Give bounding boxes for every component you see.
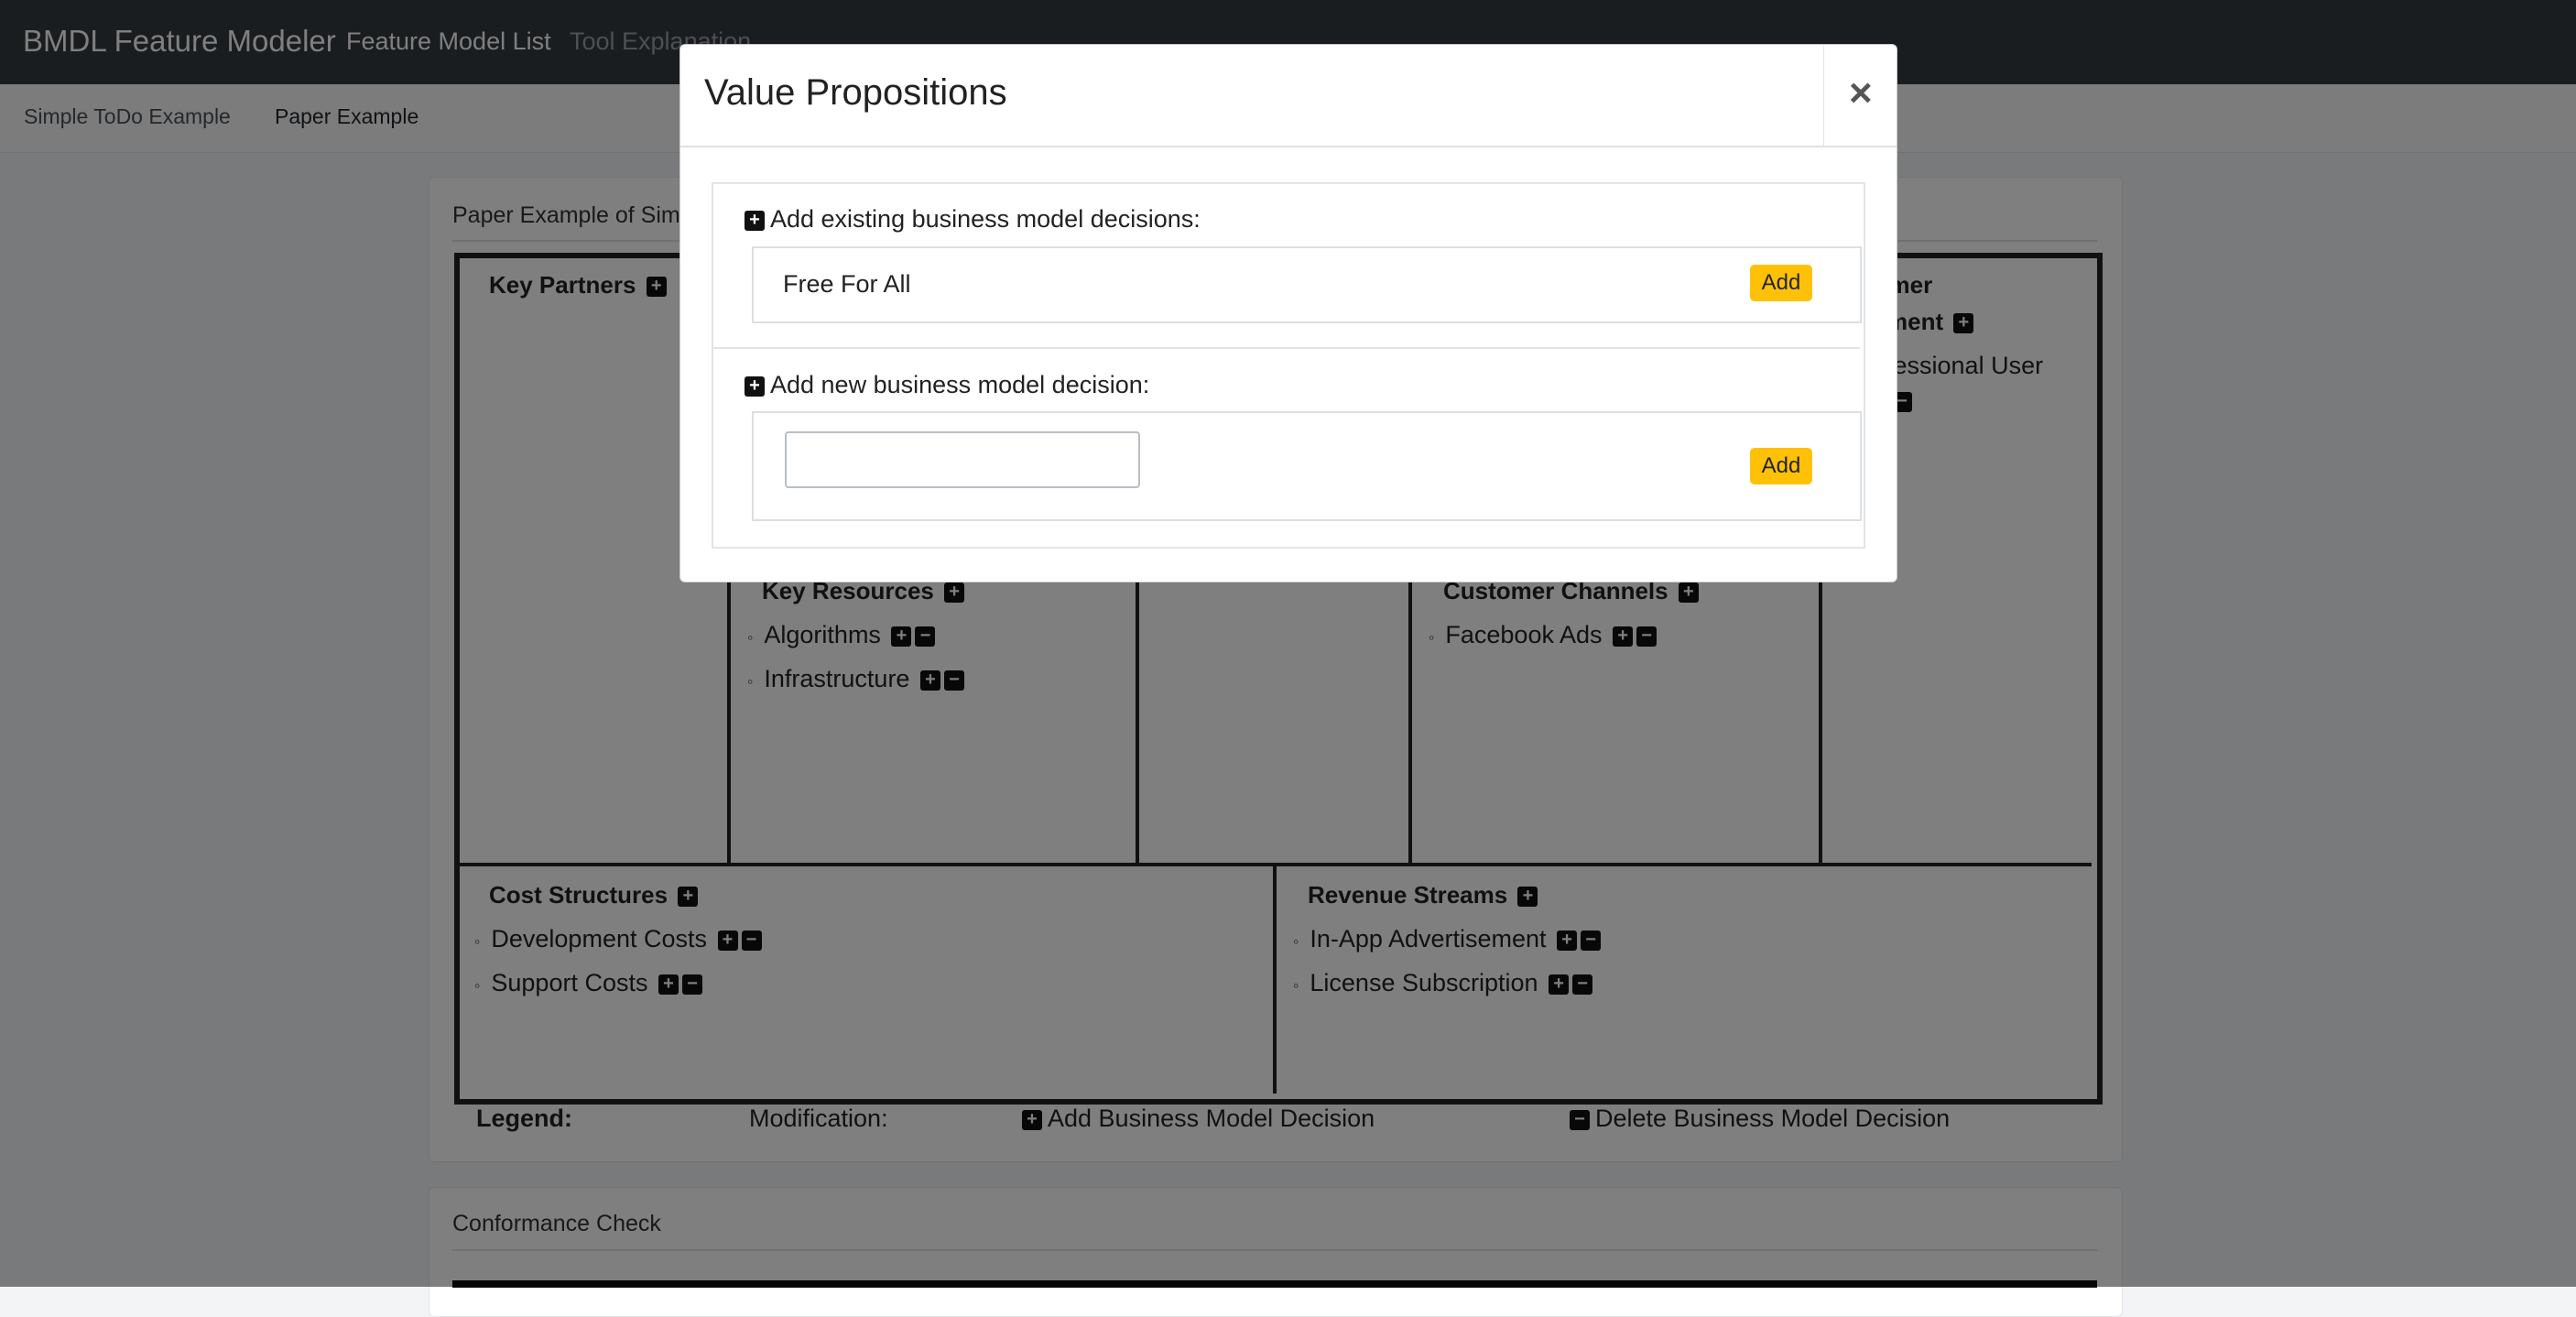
close-icon[interactable]: × [1849, 71, 1873, 116]
modal-header-divider [680, 146, 1897, 147]
add-existing-decision-button[interactable]: Add [1750, 265, 1812, 301]
add-icon[interactable]: + [745, 376, 765, 397]
add-icon[interactable]: + [745, 210, 765, 231]
modal-header-separator [1823, 45, 1824, 146]
existing-decision-row [752, 246, 1862, 323]
existing-decisions-header: + Add existing business model decisions: [745, 205, 1201, 234]
add-new-decision-button[interactable]: Add [1750, 448, 1812, 484]
modal-title: Value Propositions [704, 72, 1007, 113]
panel-divider [713, 347, 1860, 349]
new-decision-header: + Add new business model decision: [745, 371, 1149, 399]
existing-decision-label: Free For All [783, 270, 911, 298]
value-propositions-modal: Value Propositions × + Add existing busin… [679, 44, 1897, 582]
new-decision-input[interactable] [785, 431, 1140, 488]
